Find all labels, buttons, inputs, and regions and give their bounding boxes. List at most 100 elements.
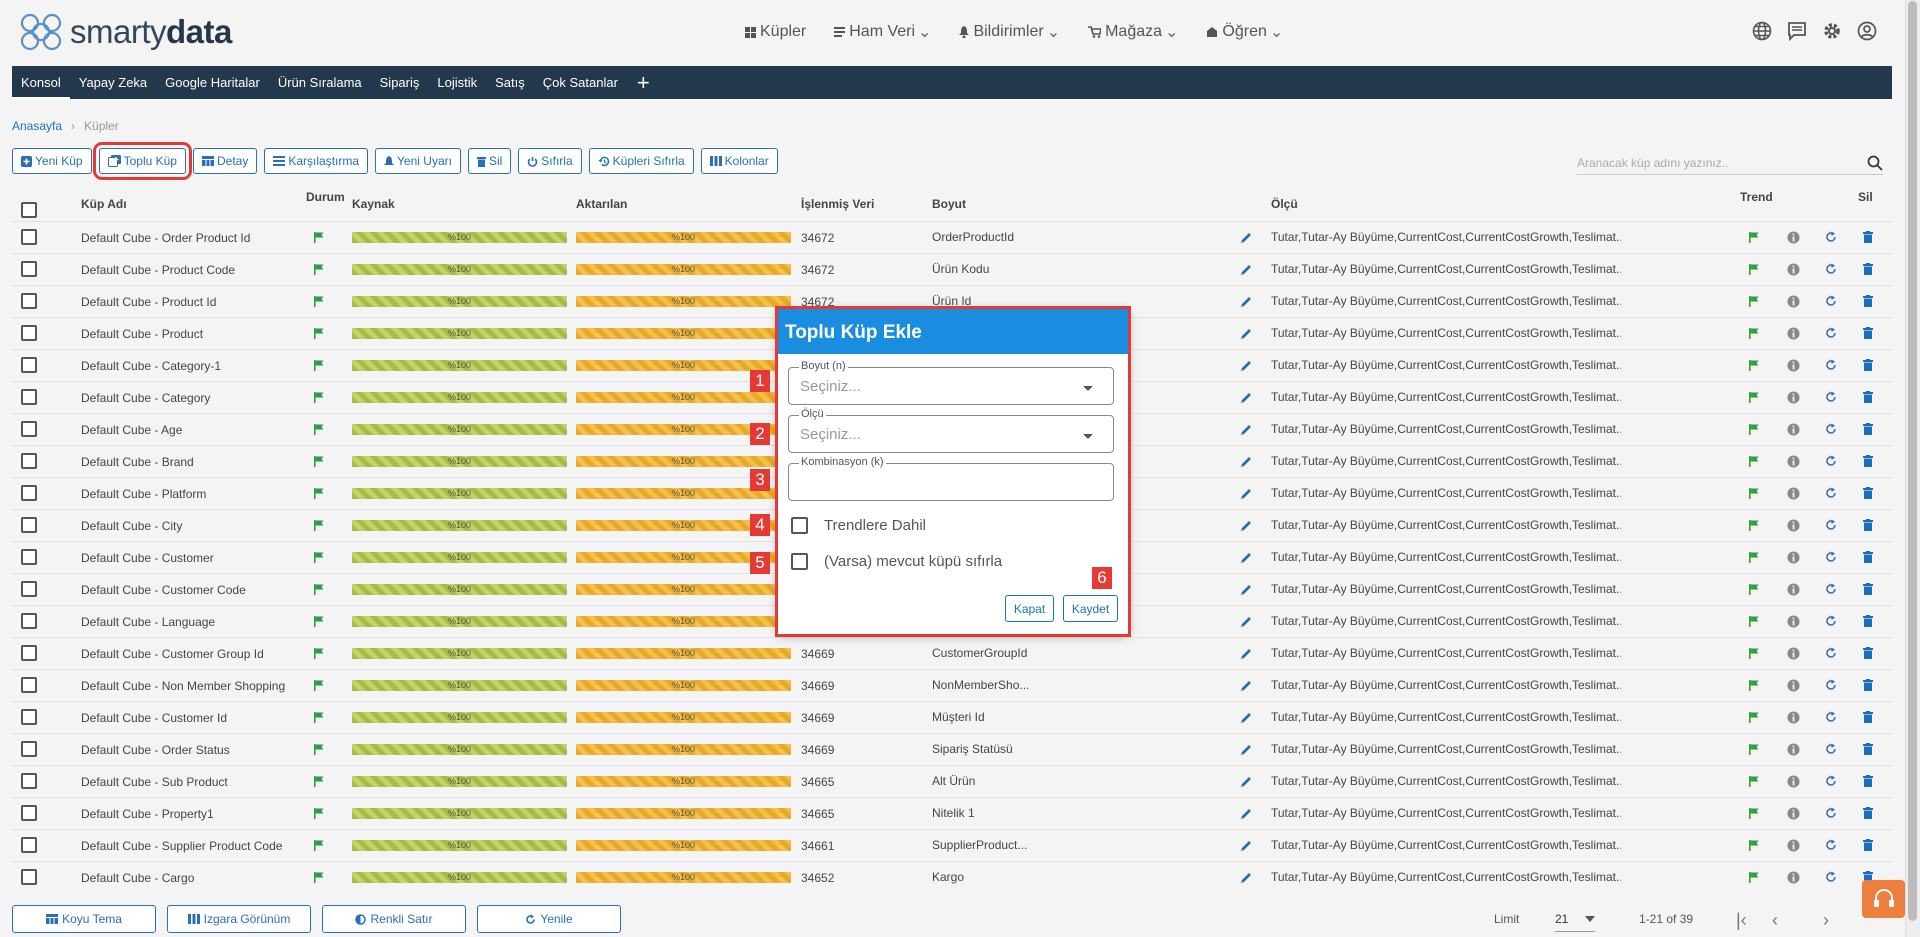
new-alert-button[interactable]: Yeni Uyarı <box>375 148 461 174</box>
col-status[interactable]: Durum <box>306 190 345 204</box>
row-checkbox[interactable] <box>21 741 37 757</box>
trend-flag-icon[interactable] <box>1749 360 1759 371</box>
edit-icon[interactable] <box>1240 488 1252 500</box>
table-row[interactable]: Default Cube - Non Member Shopping %100 … <box>12 669 1892 701</box>
info-icon[interactable] <box>1787 231 1800 244</box>
trend-flag-icon[interactable] <box>1749 232 1759 243</box>
edit-icon[interactable] <box>1240 840 1252 852</box>
trend-flag-icon[interactable] <box>1749 872 1759 883</box>
info-icon[interactable] <box>1787 839 1800 852</box>
trend-flag-icon[interactable] <box>1749 392 1759 403</box>
compare-button[interactable]: Karşılaştırma <box>264 148 369 174</box>
info-icon[interactable] <box>1787 775 1800 788</box>
row-checkbox[interactable] <box>21 357 37 373</box>
tab-satis[interactable]: Satış <box>486 66 534 99</box>
row-checkbox[interactable] <box>21 773 37 789</box>
bulk-cube-button[interactable]: Toplu Küp <box>92 142 193 180</box>
edit-icon[interactable] <box>1240 520 1252 532</box>
reset-cubes-button[interactable]: Küpleri Sıfırla <box>588 148 694 174</box>
edit-icon[interactable] <box>1240 456 1252 468</box>
table-row[interactable]: Default Cube - Customer Id %100 %100 346… <box>12 701 1892 733</box>
trash-icon[interactable] <box>1863 519 1873 531</box>
trash-icon[interactable] <box>1863 615 1873 627</box>
measure-select[interactable]: Ölçü Seçiniz... <box>788 408 1114 453</box>
edit-icon[interactable] <box>1240 872 1252 884</box>
breadcrumb-home[interactable]: Anasayfa <box>12 119 62 133</box>
edit-icon[interactable] <box>1240 296 1252 308</box>
trend-flag-icon[interactable] <box>1749 712 1759 723</box>
reset-existing-checkbox[interactable]: (Varsa) mevcut küpü sıfırla <box>791 553 1002 570</box>
edit-icon[interactable] <box>1240 808 1252 820</box>
refresh-icon[interactable] <box>1825 679 1837 691</box>
trend-flag-icon[interactable] <box>1749 744 1759 755</box>
row-checkbox[interactable] <box>21 645 37 661</box>
refresh-icon[interactable] <box>1825 743 1837 755</box>
refresh-icon[interactable] <box>1825 551 1837 563</box>
refresh-icon[interactable] <box>1825 263 1837 275</box>
trend-flag-icon[interactable] <box>1749 296 1759 307</box>
tab-siparis[interactable]: Sipariş <box>371 66 429 99</box>
message-icon[interactable] <box>1787 21 1822 41</box>
trend-flag-icon[interactable] <box>1749 264 1759 275</box>
limit-select[interactable]: 21 <box>1555 906 1595 932</box>
trash-icon[interactable] <box>1863 295 1873 307</box>
trash-icon[interactable] <box>1863 231 1873 243</box>
info-icon[interactable] <box>1787 615 1800 628</box>
trash-icon[interactable] <box>1863 263 1873 275</box>
row-checkbox[interactable] <box>21 549 37 565</box>
row-checkbox[interactable] <box>21 613 37 629</box>
table-row[interactable]: Default Cube - Sub Product %100 %100 346… <box>12 765 1892 797</box>
refresh-icon[interactable] <box>1825 647 1837 659</box>
trash-icon[interactable] <box>1863 839 1873 851</box>
gear-icon[interactable] <box>1822 21 1857 41</box>
edit-icon[interactable] <box>1240 680 1252 692</box>
row-checkbox[interactable] <box>21 485 37 501</box>
table-row[interactable]: Default Cube - Order Status %100 %100 34… <box>12 733 1892 765</box>
info-icon[interactable] <box>1787 743 1800 756</box>
trend-flag-icon[interactable] <box>1749 520 1759 531</box>
refresh-icon[interactable] <box>1825 839 1837 851</box>
tab-lojistik[interactable]: Lojistik <box>428 66 486 99</box>
tab-yapay-zeka[interactable]: Yapay Zeka <box>70 66 156 99</box>
trash-icon[interactable] <box>1863 711 1873 723</box>
refresh-icon[interactable] <box>1825 423 1837 435</box>
menu-kupler[interactable]: Küpler <box>745 22 806 42</box>
trend-flag-icon[interactable] <box>1749 456 1759 467</box>
trend-flag-icon[interactable] <box>1749 488 1759 499</box>
row-checkbox[interactable] <box>21 389 37 405</box>
colored-row-button[interactable]: Renkli Satır <box>322 905 466 933</box>
info-icon[interactable] <box>1787 391 1800 404</box>
edit-icon[interactable] <box>1240 712 1252 724</box>
include-trends-checkbox[interactable]: Trendlere Dahil <box>791 517 926 534</box>
refresh-icon[interactable] <box>1825 615 1837 627</box>
row-checkbox[interactable] <box>21 869 37 885</box>
col-processed[interactable]: İşlenmiş Veri <box>801 197 874 211</box>
edit-icon[interactable] <box>1240 328 1252 340</box>
edit-icon[interactable] <box>1240 264 1252 276</box>
refresh-icon[interactable] <box>1825 295 1837 307</box>
table-row[interactable]: Default Cube - Product Code %100 %100 34… <box>12 253 1892 285</box>
table-row[interactable]: Default Cube - Supplier Product Code %10… <box>12 829 1892 861</box>
info-icon[interactable] <box>1787 679 1800 692</box>
columns-button[interactable]: Kolonlar <box>700 148 778 174</box>
edit-icon[interactable] <box>1240 744 1252 756</box>
reset-button[interactable]: Sıfırla <box>518 148 582 174</box>
edit-icon[interactable] <box>1240 232 1252 244</box>
refresh-icon[interactable] <box>1825 775 1837 787</box>
info-icon[interactable] <box>1787 519 1800 532</box>
refresh-icon[interactable] <box>1825 583 1837 595</box>
trash-icon[interactable] <box>1863 391 1873 403</box>
row-checkbox[interactable] <box>21 293 37 309</box>
trend-flag-icon[interactable] <box>1749 648 1759 659</box>
save-button[interactable]: Kaydet <box>1063 595 1118 622</box>
refresh-button[interactable]: Yenile <box>477 905 621 933</box>
row-checkbox[interactable] <box>21 453 37 469</box>
col-transferred[interactable]: Aktarılan <box>576 197 627 211</box>
trash-icon[interactable] <box>1863 487 1873 499</box>
info-icon[interactable] <box>1787 327 1800 340</box>
trend-flag-icon[interactable] <box>1749 840 1759 851</box>
refresh-icon[interactable] <box>1825 359 1837 371</box>
refresh-icon[interactable] <box>1825 391 1837 403</box>
refresh-icon[interactable] <box>1825 807 1837 819</box>
row-checkbox[interactable] <box>21 805 37 821</box>
